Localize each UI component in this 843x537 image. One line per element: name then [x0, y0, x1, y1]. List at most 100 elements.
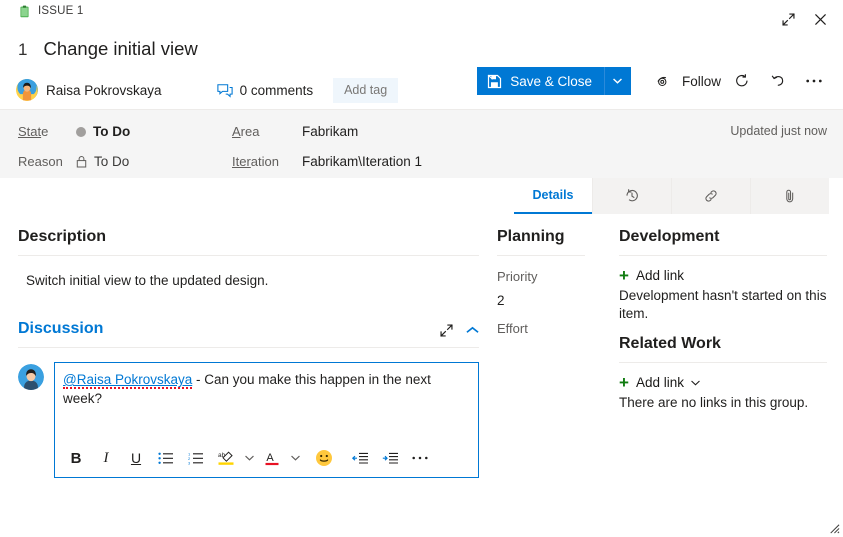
close-button[interactable]: [807, 6, 833, 32]
attachment-paperclip-icon: [786, 189, 794, 203]
field-area-label: Area: [232, 124, 260, 139]
tab-details-label: Details: [532, 188, 574, 202]
font-color-chevron-down-icon[interactable]: [287, 443, 303, 473]
field-reason: Reason To Do: [18, 154, 129, 169]
related-work-add-link-label: Add link: [635, 375, 684, 390]
save-and-close-button[interactable]: Save & Close: [477, 67, 604, 95]
field-effort[interactable]: Effort: [497, 308, 607, 345]
comment-bubble-icon: [216, 83, 233, 98]
tab-bar: Details: [0, 178, 843, 214]
field-state-value: To Do: [93, 124, 131, 139]
related-work-empty-text: There are no links in this group.: [619, 395, 809, 410]
bulleted-list-icon[interactable]: [151, 443, 181, 473]
expand-icon[interactable]: [439, 323, 454, 338]
tabs: Details: [514, 178, 829, 214]
bold-icon[interactable]: B: [61, 443, 91, 473]
work-item-title[interactable]: Change initial view: [43, 37, 197, 61]
field-iteration[interactable]: Iteration Fabrikam\Iteration 1: [232, 154, 422, 169]
more-formatting-icon[interactable]: [405, 443, 435, 473]
development-add-link-label: Add link: [635, 268, 684, 283]
refresh-icon: [736, 74, 748, 87]
numbered-list-icon[interactable]: 1 2 3: [181, 443, 211, 473]
work-item-meta-row: Raisa Pokrovskaya 0 comments Add tag Sav…: [0, 62, 843, 109]
chevron-down-icon[interactable]: [691, 380, 700, 386]
link-icon: [705, 190, 717, 202]
user-avatar: [16, 79, 38, 101]
add-tag-button[interactable]: Add tag: [333, 77, 399, 103]
description-text[interactable]: Switch initial view to the updated desig…: [18, 256, 479, 290]
more-commands-button[interactable]: [799, 67, 829, 95]
command-bar: Save & Close Follow: [477, 67, 829, 95]
decrease-indent-icon[interactable]: [345, 443, 375, 473]
assigned-to[interactable]: Raisa Pokrovskaya: [16, 79, 162, 101]
underline-icon[interactable]: U: [121, 443, 151, 473]
resize-grip-icon[interactable]: [827, 521, 840, 534]
more-ellipsis-icon: [806, 79, 822, 83]
field-priority-label: Priority: [497, 269, 538, 284]
field-state-label: State: [18, 124, 49, 139]
discussion-section: Discussion @Raisa Pokrovskaya - Can you …: [18, 290, 479, 478]
follow-button[interactable]: Follow: [657, 74, 721, 89]
field-state[interactable]: State To Do: [18, 124, 130, 139]
refresh-button[interactable]: [727, 67, 757, 95]
svg-text:A: A: [266, 452, 274, 464]
comments-link[interactable]: 0 comments: [216, 82, 314, 98]
field-iteration-value: Fabrikam\Iteration 1: [302, 154, 423, 169]
plus-icon: +: [619, 372, 629, 392]
field-reason-value: To Do: [94, 154, 130, 169]
svg-text:3: 3: [188, 460, 191, 465]
description-title: Description: [18, 228, 107, 245]
comment-mention[interactable]: @Raisa Pokrovskaya: [63, 372, 193, 389]
comment-editor[interactable]: @Raisa Pokrovskaya - Can you make this h…: [54, 362, 479, 478]
highlight-color-chevron-down-icon[interactable]: [241, 443, 257, 473]
save-floppy-icon: [487, 74, 502, 88]
field-reason-value-group: To Do: [76, 154, 129, 169]
work-item-title-row: 1 Change initial view: [0, 31, 843, 62]
development-column: Development + Add link Development hasn'…: [607, 214, 843, 537]
titlebar: ISSUE 1: [0, 0, 843, 31]
related-work-title: Related Work: [619, 335, 721, 352]
discussion-header-icons: [439, 323, 479, 344]
discussion-title[interactable]: Discussion: [18, 320, 103, 347]
work-item-type: ISSUE 1: [18, 5, 84, 18]
field-effort-value: [497, 336, 607, 345]
issue-clipboard-icon: [20, 5, 29, 18]
development-add-link-button[interactable]: + Add link: [619, 256, 827, 285]
follow-label: Follow: [681, 73, 721, 89]
work-item-fields: State To Do Reason To Do Area Fabrikam I…: [0, 109, 843, 178]
font-color-icon[interactable]: A: [257, 443, 287, 473]
history-icon: [626, 189, 638, 202]
undo-button[interactable]: [763, 67, 793, 95]
comment-format-toolbar: B I U 1 2 3 ab A: [55, 438, 478, 477]
highlight-color-icon[interactable]: ab: [211, 443, 241, 473]
eye-icon: [657, 76, 667, 86]
emoji-icon[interactable]: [309, 443, 339, 473]
window-controls: [775, 6, 833, 32]
related-work-add-link-button[interactable]: + Add link: [619, 363, 827, 392]
field-priority[interactable]: Priority 2: [497, 256, 607, 308]
work-item-body: Description Switch initial view to the u…: [0, 214, 843, 537]
chevron-up-icon[interactable]: [466, 326, 479, 335]
expand-button[interactable]: [775, 6, 801, 32]
comment-editor-body[interactable]: @Raisa Pokrovskaya - Can you make this h…: [55, 363, 478, 438]
details-main-column: Description Switch initial view to the u…: [0, 214, 497, 537]
increase-indent-icon[interactable]: [375, 443, 405, 473]
work-item-type-label: ISSUE 1: [38, 5, 84, 17]
work-item-dialog: ISSUE 1 1 Change initial view Raisa Pokr…: [0, 0, 843, 537]
expand-icon: [781, 12, 795, 26]
tab-details[interactable]: Details: [514, 178, 592, 214]
close-icon: [814, 13, 826, 25]
tab-history[interactable]: [592, 178, 671, 214]
comments-count: 0 comments: [239, 82, 314, 98]
tab-attachments[interactable]: [750, 178, 829, 214]
tab-links[interactable]: [671, 178, 750, 214]
chevron-down-icon: [613, 78, 623, 84]
comment-compose-row: @Raisa Pokrovskaya - Can you make this h…: [18, 348, 479, 478]
italic-icon[interactable]: I: [91, 443, 121, 473]
save-options-dropdown[interactable]: [603, 67, 631, 95]
field-reason-label: Reason: [18, 154, 63, 169]
plus-icon: +: [619, 265, 629, 285]
planning-title: Planning: [497, 228, 565, 245]
field-area[interactable]: Area Fabrikam: [232, 124, 358, 139]
